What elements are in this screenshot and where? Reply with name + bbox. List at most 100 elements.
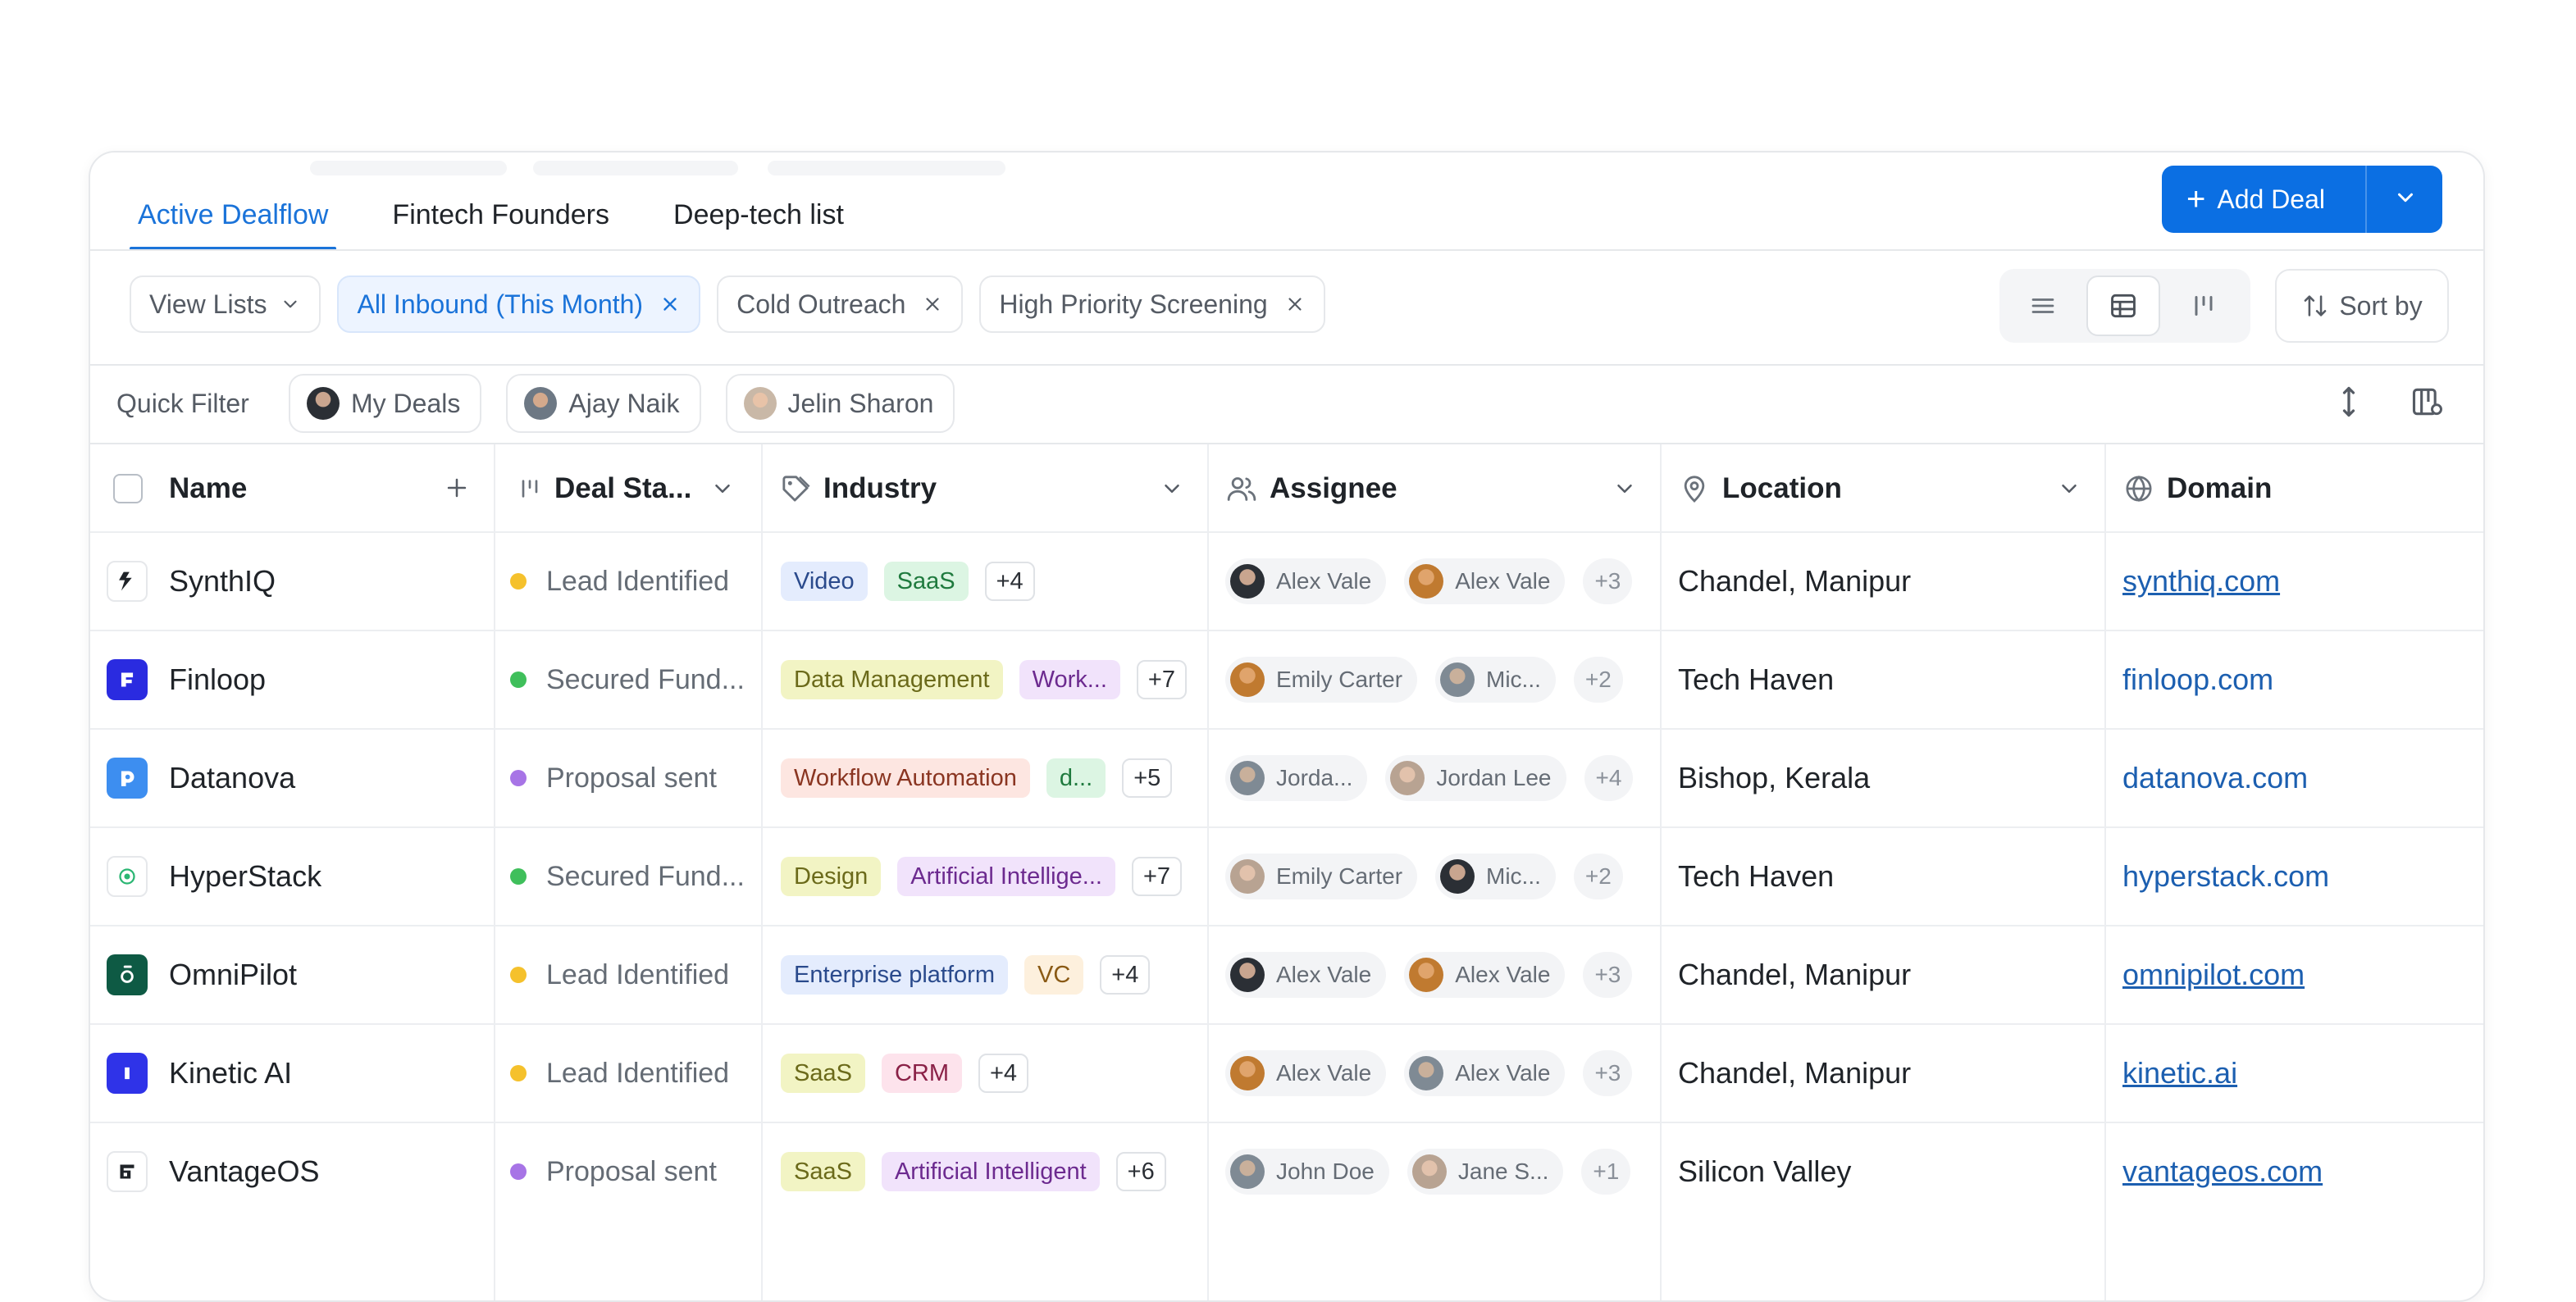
more-assignees-badge[interactable]: +4 [1584,755,1634,801]
table-row[interactable]: SynthIQ Lead Identified Video SaaS +4 Ale… [90,531,2483,631]
quick-filter-ajay-naik[interactable]: Ajay Naik [506,374,701,433]
domain-cell[interactable]: hyperstack.com [2122,828,2483,925]
tab-active-dealflow[interactable]: Active Dealflow [130,153,337,250]
domain-link[interactable]: finloop.com [2122,662,2273,697]
location-cell[interactable]: Chandel, Manipur [1678,1025,2104,1122]
domain-cell[interactable]: vantageos.com [2122,1123,2483,1220]
tab-deep-tech-list[interactable]: Deep-tech list [665,153,852,249]
name-cell[interactable]: Finloop [107,631,492,728]
tab-fintech-founders[interactable]: Fintech Founders [384,153,618,249]
column-header-industry[interactable]: Industry [779,444,1207,533]
assignee-cell[interactable]: Alex Vale Alex Vale +3 [1225,926,1660,1023]
domain-link[interactable]: omnipilot.com [2122,958,2305,992]
filter-chip-cold-outreach[interactable]: Cold Outreach [717,275,964,333]
table-row[interactable]: Finloop Secured Fund... Data Management W… [90,630,2483,730]
industry-cell[interactable]: Data Management Work... +7 [781,631,1207,728]
deal-stage-cell[interactable]: Lead Identified [510,533,756,630]
table-row[interactable]: Kinetic AI Lead Identified SaaS CRM +4 Al… [90,1023,2483,1123]
name-cell[interactable]: VantageOS [107,1123,492,1220]
location-cell[interactable]: Silicon Valley [1678,1123,2104,1220]
table-row[interactable]: HyperStack Secured Fund... Design Artific… [90,826,2483,926]
domain-cell[interactable]: finloop.com [2122,631,2483,728]
deal-stage-cell[interactable]: Lead Identified [510,1025,756,1122]
more-assignees-badge[interactable]: +2 [1573,854,1623,899]
more-tags-badge[interactable]: +6 [1115,1152,1166,1191]
close-icon[interactable] [922,294,943,315]
assignee-chip[interactable]: Alex Vale [1225,1050,1387,1096]
table-row[interactable]: OmniPilot Lead Identified Enterprise pla… [90,925,2483,1025]
domain-cell[interactable]: datanova.com [2122,730,2483,826]
table-view-icon[interactable] [2086,275,2160,336]
table-row[interactable]: VantageOS Proposal sent SaaS Artificial I… [90,1122,2483,1222]
close-icon[interactable] [659,294,681,315]
assignee-cell[interactable]: Jorda... Jordan Lee +4 [1225,730,1660,826]
row-height-icon[interactable] [2331,384,2367,424]
industry-cell[interactable]: Enterprise platform VC +4 [781,926,1207,1023]
assignee-chip[interactable]: Mic... [1435,854,1556,899]
name-cell[interactable]: SynthIQ [107,533,492,630]
column-header-domain[interactable]: Domain [2122,444,2483,533]
domain-cell[interactable]: kinetic.ai [2122,1025,2483,1122]
industry-cell[interactable]: Design Artificial Intellige... +7 [781,828,1207,925]
chevron-down-icon[interactable] [1612,476,1637,508]
location-cell[interactable]: Tech Haven [1678,828,2104,925]
quick-filter-my-deals[interactable]: My Deals [289,374,482,433]
chevron-down-icon[interactable] [710,476,735,508]
more-tags-badge[interactable]: +7 [1136,660,1187,699]
assignee-chip[interactable]: Alex Vale [1225,558,1387,604]
name-cell[interactable]: Kinetic AI [107,1025,492,1122]
add-column-icon[interactable] [443,474,471,509]
assignee-cell[interactable]: Alex Vale Alex Vale +3 [1225,533,1660,630]
assignee-chip[interactable]: Alex Vale [1404,558,1566,604]
assignee-cell[interactable]: John Doe Jane S... +1 [1225,1123,1660,1220]
table-row[interactable]: Datanova Proposal sent Workflow Automati… [90,728,2483,828]
more-tags-badge[interactable]: +5 [1122,758,1173,798]
location-cell[interactable]: Chandel, Manipur [1678,533,2104,630]
deal-stage-cell[interactable]: Secured Fund... [510,828,756,925]
deal-stage-cell[interactable]: Proposal sent [510,1123,756,1220]
domain-link[interactable]: datanova.com [2122,761,2308,795]
deal-stage-cell[interactable]: Proposal sent [510,730,756,826]
quick-filter-jelin-sharon[interactable]: Jelin Sharon [725,374,955,433]
location-cell[interactable]: Chandel, Manipur [1678,926,2104,1023]
location-cell[interactable]: Tech Haven [1678,631,2104,728]
domain-link[interactable]: hyperstack.com [2122,859,2329,894]
more-assignees-badge[interactable]: +2 [1573,657,1623,703]
location-cell[interactable]: Bishop, Kerala [1678,730,2104,826]
chevron-down-icon[interactable] [1160,476,1184,508]
more-tags-badge[interactable]: +4 [1100,955,1151,995]
more-assignees-badge[interactable]: +1 [1581,1149,1631,1195]
column-header-deal-stage[interactable]: Deal Sta... [517,444,761,533]
view-lists-dropdown[interactable]: View Lists [130,275,321,333]
assignee-chip[interactable]: Alex Vale [1225,952,1387,998]
assignee-chip[interactable]: John Doe [1225,1149,1389,1195]
domain-link[interactable]: kinetic.ai [2122,1056,2237,1090]
filter-chip-high-priority[interactable]: High Priority Screening [979,275,1325,333]
assignee-chip[interactable]: Jorda... [1225,755,1368,801]
assignee-chip[interactable]: Emily Carter [1225,854,1418,899]
deal-stage-cell[interactable]: Secured Fund... [510,631,756,728]
more-assignees-badge[interactable]: +3 [1583,952,1633,998]
industry-cell[interactable]: SaaS Artificial Intelligent +6 [781,1123,1207,1220]
add-deal-button[interactable]: + Add Deal [2162,166,2442,233]
sort-by-button[interactable]: Sort by [2275,269,2449,343]
column-header-name[interactable]: Name [113,444,494,533]
more-tags-badge[interactable]: +7 [1131,857,1183,896]
name-cell[interactable]: OmniPilot [107,926,492,1023]
name-cell[interactable]: HyperStack [107,828,492,925]
list-view-icon[interactable] [2006,275,2080,336]
assignee-cell[interactable]: Emily Carter Mic... +2 [1225,631,1660,728]
industry-cell[interactable]: Video SaaS +4 [781,533,1207,630]
assignee-cell[interactable]: Emily Carter Mic... +2 [1225,828,1660,925]
assignee-chip[interactable]: Jordan Lee [1385,755,1566,801]
assignee-chip[interactable]: Alex Vale [1404,1050,1566,1096]
assignee-chip[interactable]: Emily Carter [1225,657,1418,703]
assignee-chip[interactable]: Alex Vale [1404,952,1566,998]
more-assignees-badge[interactable]: +3 [1583,558,1633,604]
assignee-chip[interactable]: Jane S... [1407,1149,1564,1195]
column-header-location[interactable]: Location [1678,444,2104,533]
more-assignees-badge[interactable]: +3 [1583,1050,1633,1096]
domain-cell[interactable]: synthiq.com [2122,533,2483,630]
kanban-view-icon[interactable] [2167,275,2241,336]
domain-cell[interactable]: omnipilot.com [2122,926,2483,1023]
